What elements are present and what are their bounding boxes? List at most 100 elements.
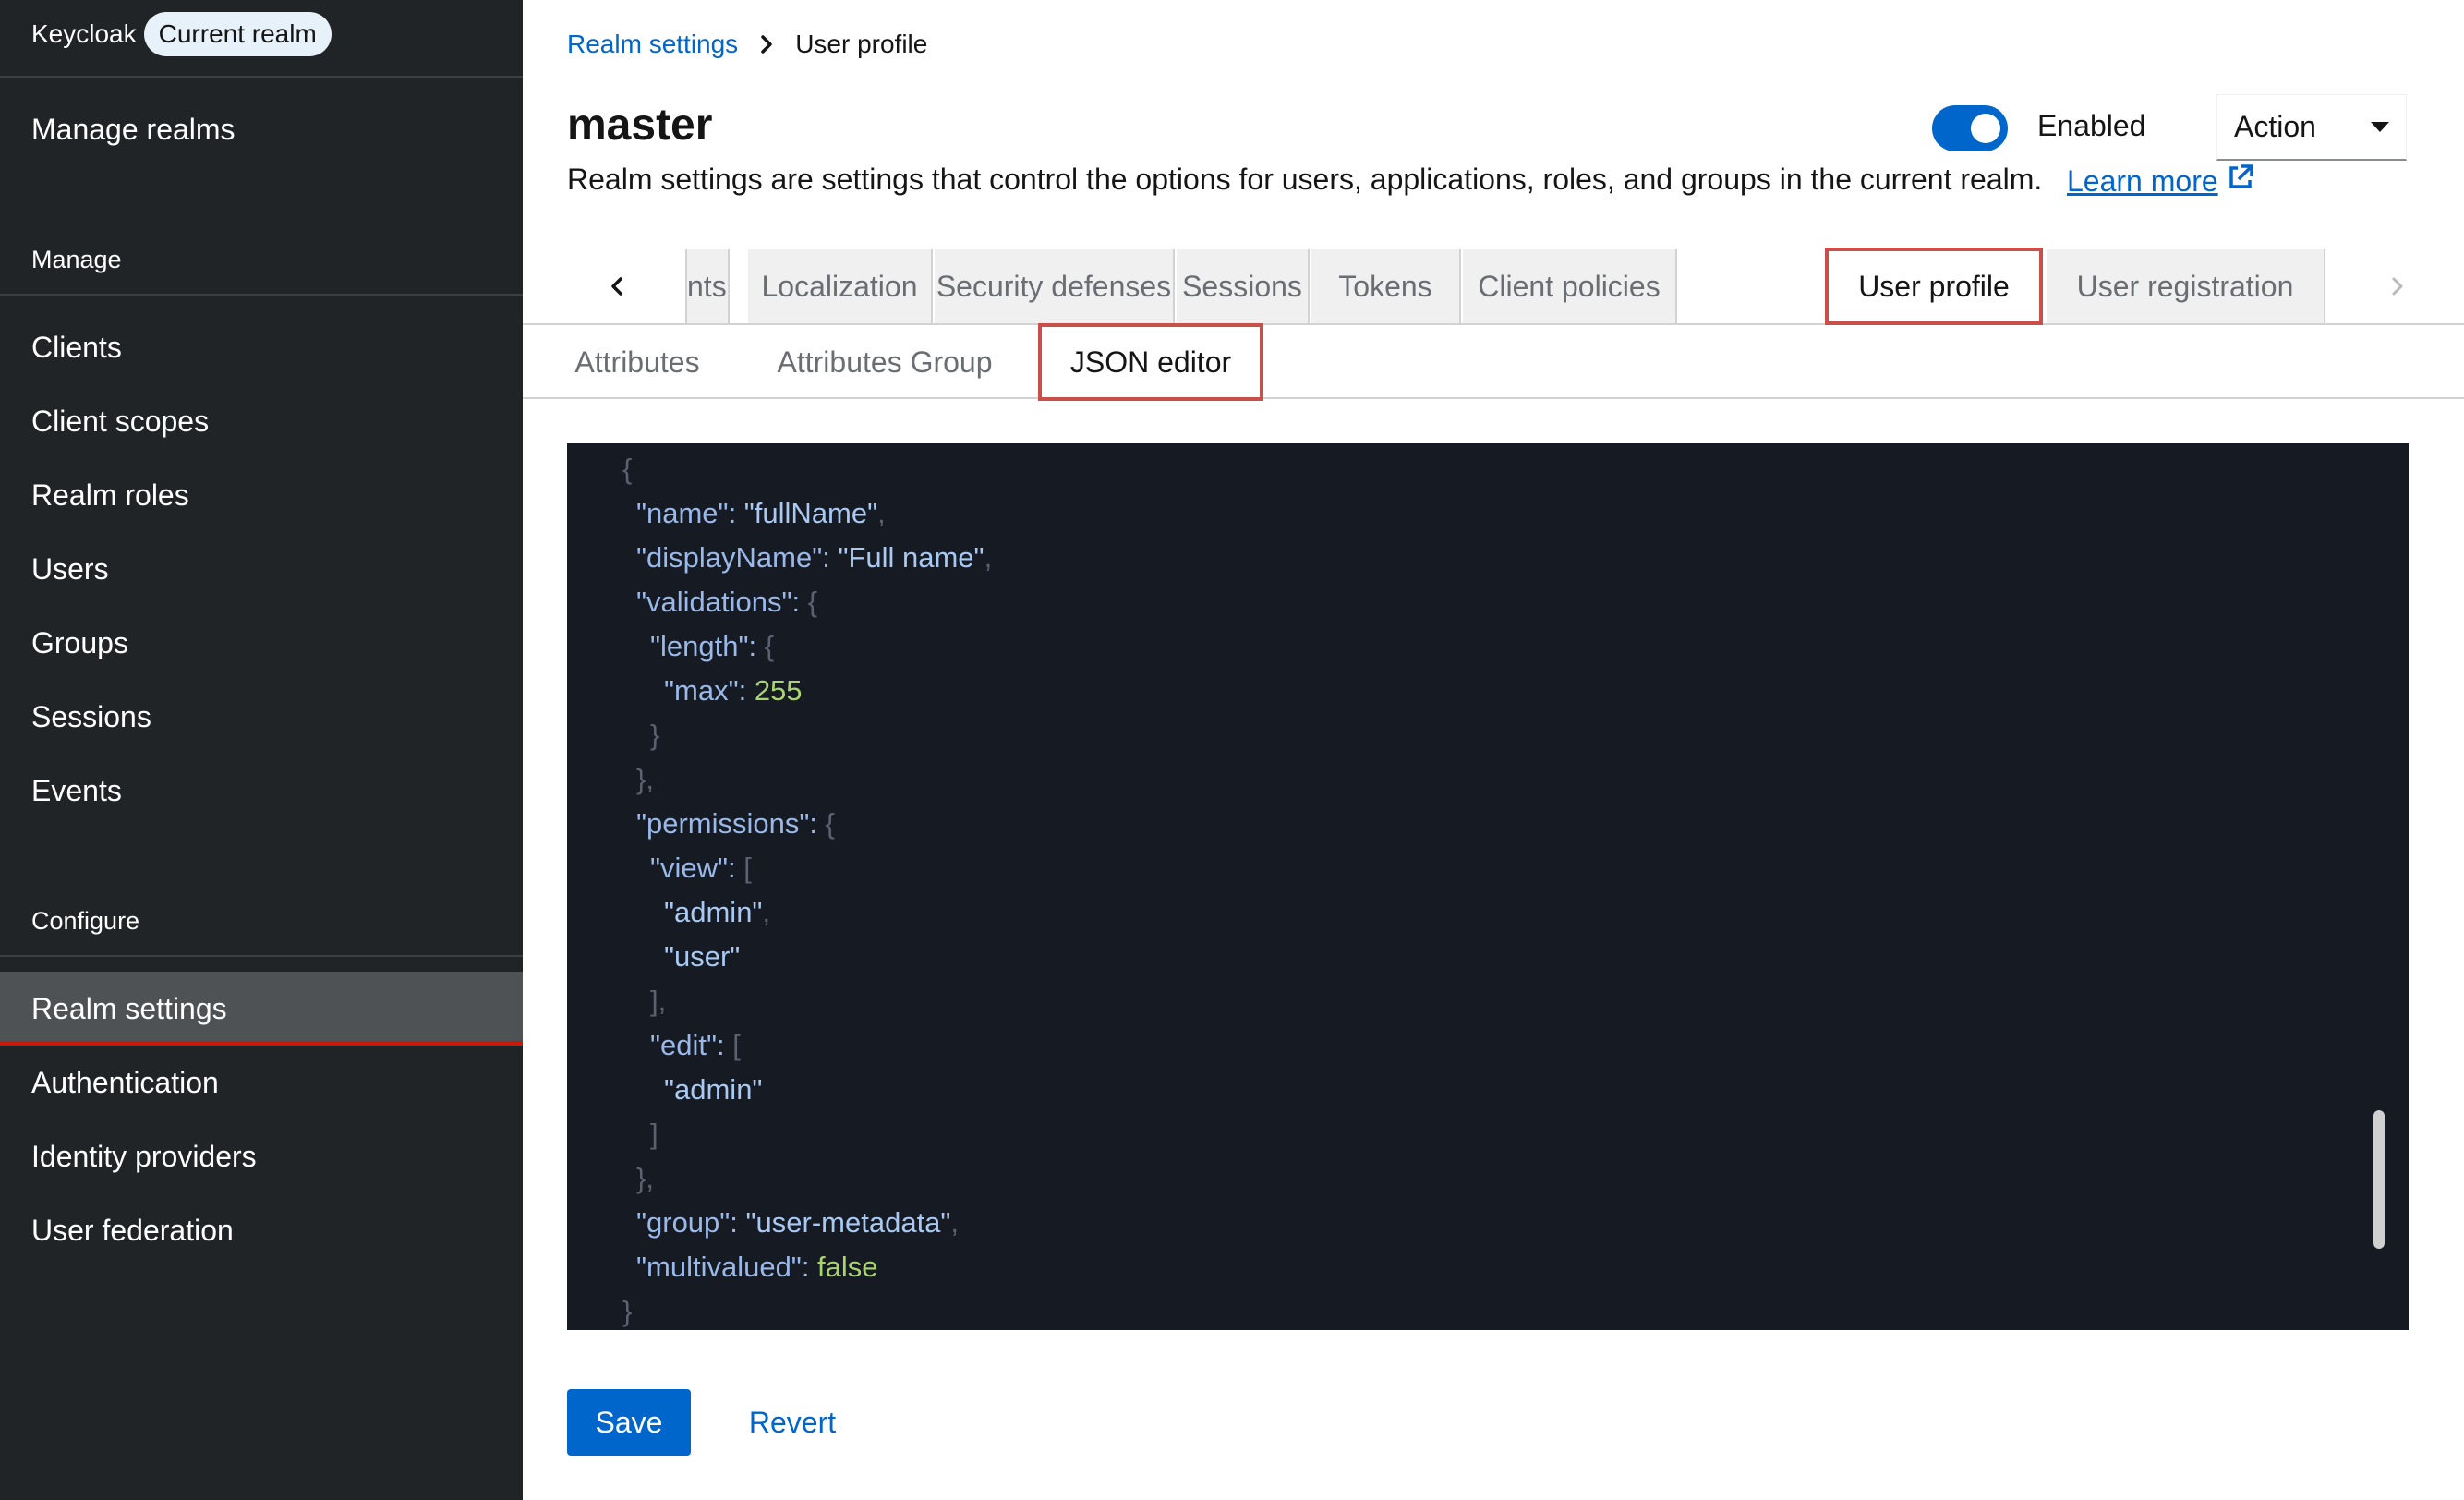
code-token: { <box>622 453 633 485</box>
code-line: ], <box>650 985 666 1018</box>
sidebar-item-client-scopes[interactable]: Client scopes <box>31 393 209 449</box>
code-line: "multivalued": false <box>636 1251 878 1284</box>
code-line: "admin", <box>664 896 770 929</box>
learn-more-label: Learn more <box>2067 163 2218 198</box>
sidebar-item-clients[interactable]: Clients <box>31 320 122 375</box>
tab-localization[interactable]: Localization <box>748 249 933 323</box>
user-profile-subtabs: Attributes Attributes Group JSON editor <box>523 323 2464 401</box>
sidebar-item-realm-roles[interactable]: Realm roles <box>31 467 189 523</box>
sidebar-item-sessions[interactable]: Sessions <box>31 689 151 744</box>
action-dropdown-label: Action <box>2234 110 2316 143</box>
tabs-scroll-left-button[interactable] <box>598 266 635 307</box>
tab-security-defenses[interactable]: Security defenses <box>935 249 1175 323</box>
sidebar-item-user-federation[interactable]: User federation <box>31 1203 234 1258</box>
code-token: "permissions" <box>636 807 810 840</box>
chevron-left-icon <box>611 277 622 296</box>
sidebar-divider <box>0 955 523 957</box>
tab-sessions[interactable]: Sessions <box>1177 249 1310 323</box>
code-token: }, <box>636 763 654 795</box>
code-line: ] <box>650 1118 658 1151</box>
code-token: false <box>817 1251 878 1283</box>
code-token: "admin" <box>664 896 763 928</box>
code-token: "admin" <box>664 1073 763 1106</box>
chevron-right-icon <box>2392 277 2403 296</box>
toggle-knob <box>1971 114 2000 143</box>
right-gutter <box>2409 443 2464 1330</box>
subtab-attributes-group[interactable]: Attributes Group <box>767 325 1003 399</box>
tab-user-profile[interactable]: User profile <box>1825 248 2043 325</box>
code-token: : <box>730 1206 746 1239</box>
code-token: , <box>877 497 886 529</box>
code-line: }, <box>636 763 654 796</box>
code-line: { <box>622 453 632 486</box>
subtab-attributes[interactable]: Attributes <box>560 325 715 399</box>
code-line: "view": [ <box>650 852 752 885</box>
brand: Keycloak Current realm <box>31 7 332 61</box>
code-line: "validations": { <box>636 586 817 619</box>
code-token: "edit" <box>650 1029 717 1061</box>
external-link-icon <box>2226 163 2255 200</box>
code-token: "name" <box>636 497 729 529</box>
sidebar-item-identity-providers[interactable]: Identity providers <box>31 1129 257 1184</box>
code-token: "displayName" <box>636 541 823 574</box>
code-token: , <box>950 1206 960 1239</box>
save-button[interactable]: Save <box>567 1389 691 1456</box>
code-token: : <box>801 1251 818 1283</box>
breadcrumb-current: User profile <box>795 30 928 58</box>
code-line: } <box>650 719 659 752</box>
code-line: "admin" <box>664 1073 762 1107</box>
code-line: "edit": [ <box>650 1029 741 1062</box>
page-description: Realm settings are settings that control… <box>567 163 2043 196</box>
sidebar-item-events[interactable]: Events <box>31 763 122 818</box>
action-dropdown[interactable]: Action <box>2216 94 2407 161</box>
breadcrumb-realm-settings[interactable]: Realm settings <box>567 30 738 59</box>
code-line: "permissions": { <box>636 807 835 841</box>
code-token: } <box>650 719 660 751</box>
code-line: "length": { <box>650 630 774 663</box>
sidebar-item-realm-settings-label[interactable]: Realm settings <box>31 981 227 1036</box>
code-line: "displayName": "Full name", <box>636 541 992 575</box>
brand-name: Keycloak <box>31 19 137 48</box>
learn-more-link[interactable]: Learn more <box>2067 163 2255 200</box>
revert-button[interactable]: Revert <box>737 1389 848 1456</box>
breadcrumb: Realm settings User profile <box>567 24 927 65</box>
page-title: master <box>567 101 713 150</box>
sidebar-section-configure: Configure <box>31 906 140 935</box>
code-line: "group": "user-metadata", <box>636 1206 959 1240</box>
code-line: "max": 255 <box>664 674 803 708</box>
current-realm-badge[interactable]: Current realm <box>143 12 332 56</box>
main-content: Realm settings User profile master Enabl… <box>523 0 2464 1500</box>
chevron-right-icon <box>760 34 773 54</box>
json-editor[interactable]: {"name": "fullName", "displayName": "Full… <box>567 443 2409 1330</box>
code-token: "group" <box>636 1206 731 1239</box>
sidebar-divider <box>0 76 523 78</box>
code-token: , <box>762 896 771 928</box>
code-token: { <box>764 630 775 662</box>
code-line: } <box>622 1295 632 1328</box>
tab-truncated[interactable]: nts <box>685 249 730 323</box>
sidebar-item-groups[interactable]: Groups <box>31 615 128 671</box>
sidebar-item-manage-realms[interactable]: Manage realms <box>31 102 236 157</box>
code-token: { <box>825 807 835 840</box>
tabs-scroll-right-button[interactable] <box>2379 266 2416 307</box>
subtab-json-editor[interactable]: JSON editor <box>1038 323 1263 401</box>
sidebar-item-users[interactable]: Users <box>31 541 109 597</box>
editor-scrollbar[interactable] <box>2373 1110 2385 1249</box>
code-token: [ <box>743 852 752 884</box>
code-token: "length" <box>650 630 749 662</box>
code-token: : <box>809 807 826 840</box>
tab-client-policies[interactable]: Client policies <box>1463 249 1677 323</box>
tab-tokens[interactable]: Tokens <box>1311 249 1461 323</box>
code-token: "fullName" <box>743 497 878 529</box>
sidebar-item-authentication[interactable]: Authentication <box>31 1055 219 1110</box>
enabled-toggle[interactable] <box>1932 105 2008 151</box>
code-line: }, <box>636 1162 654 1195</box>
code-token: [ <box>732 1029 741 1061</box>
code-token: "Full name" <box>838 541 984 574</box>
tab-user-registration[interactable]: User registration <box>2047 249 2325 323</box>
code-token: "user" <box>664 940 741 973</box>
realm-settings-tabs: nts Localization Security defenses Sessi… <box>523 248 2464 325</box>
code-token: : <box>791 586 808 618</box>
code-token: ], <box>650 985 667 1017</box>
code-line: "user" <box>664 940 740 974</box>
